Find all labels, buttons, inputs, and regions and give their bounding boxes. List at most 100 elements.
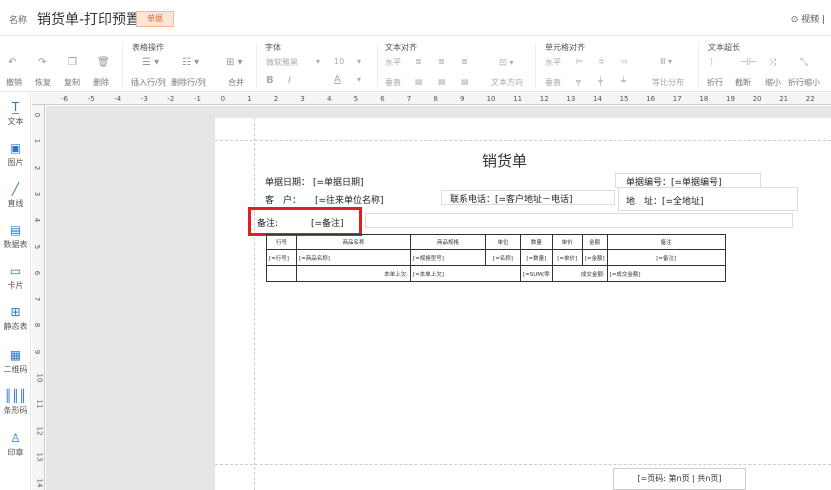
component-qrcode[interactable]: ▦ 二维码 xyxy=(0,348,31,375)
cell-align-top-icon[interactable]: ╤ xyxy=(576,77,581,86)
date-label[interactable]: 单据日期： xyxy=(265,175,310,188)
remark-box xyxy=(365,213,793,228)
table-cell[interactable]: [=商品名称] xyxy=(296,249,411,266)
cell-align-center-icon[interactable]: ≑ xyxy=(598,57,605,66)
delete-row-col-button[interactable]: 删除行/列 xyxy=(171,77,206,88)
text-direction-button[interactable]: 文本方向 xyxy=(491,77,523,88)
bold-button[interactable]: B xyxy=(266,75,274,86)
table-cell[interactable]: [=本单上欠] xyxy=(410,265,521,282)
font-family-select[interactable]: 微软雅黑 xyxy=(266,57,298,68)
page-title[interactable]: 销货单-打印预置 xyxy=(37,9,140,29)
ruler-tick-label: 14 xyxy=(593,95,602,103)
table-cell[interactable] xyxy=(266,265,297,282)
name-label: 名称 xyxy=(9,16,28,26)
ruler-tick-label: 13 xyxy=(566,95,576,103)
clip-icon[interactable]: ⊣⊢ xyxy=(740,57,757,68)
clip-button[interactable]: 截断 xyxy=(735,77,751,88)
table-cell[interactable]: [=成交金额] xyxy=(606,265,726,282)
component-line[interactable]: ╱ 直线 xyxy=(0,182,31,209)
component-label: 静态表 xyxy=(3,322,28,331)
align-right-icon[interactable]: ≣ xyxy=(461,57,468,66)
component-stamp[interactable]: ♙ 印章 xyxy=(0,431,31,458)
qrcode-icon: ▦ xyxy=(9,348,22,362)
insert-row-icon[interactable]: ☰ ▾ xyxy=(142,57,159,68)
image-icon: ▣ xyxy=(9,141,22,155)
align-center-icon[interactable]: ≣ xyxy=(438,57,445,66)
cell-align-left-icon[interactable]: ⊨ xyxy=(576,57,583,66)
table-cell[interactable]: [=数量] xyxy=(520,249,553,266)
doc-number-box xyxy=(615,173,761,188)
design-canvas[interactable]: 销货单 单据日期： [=单据日期] 单据编号：[=单据编号] 客 户： [=往来… xyxy=(46,106,831,490)
delete-row-icon[interactable]: ☷ ▾ xyxy=(182,57,199,68)
table-cell[interactable]: 成交金额: xyxy=(551,265,608,282)
cell-align-right-icon[interactable]: ⫤ xyxy=(621,57,627,67)
undo-icon[interactable]: ↶ xyxy=(8,57,16,68)
table-cell[interactable]: [=行号] xyxy=(266,249,297,266)
cell-align-bottom-icon[interactable]: ╧ xyxy=(621,77,626,86)
video-link[interactable]: ⊙ 视频 | xyxy=(791,12,825,25)
redo-icon[interactable]: ↷ xyxy=(38,57,46,68)
table-header[interactable]: 商品规格 xyxy=(410,234,486,250)
ruler-tick-label: 4 xyxy=(327,95,332,103)
font-size-select[interactable]: 10 xyxy=(334,57,344,66)
table-header[interactable]: 数量 xyxy=(520,234,553,250)
shrink-button[interactable]: 缩小 xyxy=(765,77,781,88)
table-cell[interactable]: [=金额] xyxy=(581,249,608,266)
table-row: 本单上欠: [=本单上欠] [=SUM(零 成交金额: [=成交金额] xyxy=(266,265,726,282)
page-number-field[interactable]: [=页码: 第n页 | 共n页] xyxy=(613,468,746,490)
text-direction-icon[interactable]: 凹 ▾ xyxy=(499,57,514,68)
italic-button[interactable]: I xyxy=(288,75,291,86)
table-cell[interactable]: [=单价] xyxy=(551,249,583,266)
customer-value[interactable]: [=往来单位名称] xyxy=(315,193,384,206)
align-left-icon[interactable]: ≣ xyxy=(415,57,422,66)
customer-label[interactable]: 客 户： xyxy=(265,193,301,206)
wrap-icon[interactable]: ⁝ xyxy=(710,57,713,68)
equal-dist-button[interactable]: 等比分布 xyxy=(652,77,684,88)
table-header[interactable]: 单位 xyxy=(485,234,521,250)
trash-icon[interactable]: 🗑 xyxy=(97,57,110,68)
ruler-tick-label: -1 xyxy=(194,95,201,103)
copy-button[interactable]: 复制 xyxy=(64,77,80,88)
ruler-tick-label: 6 xyxy=(380,95,385,103)
ruler-tick-label: 17 xyxy=(672,95,682,103)
component-text[interactable]: T̲ 文本 xyxy=(0,100,31,127)
ruler-tick-label: 5 xyxy=(353,95,359,103)
goods-table[interactable]: 行号 商品名称 商品规格 单位 数量 单价 金额 备注 [=行号] [=商品名称… xyxy=(266,234,726,282)
copy-icon[interactable]: ❐ xyxy=(68,57,77,68)
component-datatable[interactable]: ▤ 数据表 xyxy=(0,223,31,250)
table-header[interactable]: 金额 xyxy=(581,234,608,250)
component-static-table[interactable]: ⊞ 静态表 xyxy=(0,305,31,332)
align-middle-icon[interactable]: ▤ xyxy=(438,77,446,86)
merge-icon[interactable]: ⊞ ▾ xyxy=(226,57,243,68)
date-value[interactable]: [=单据日期] xyxy=(313,175,364,188)
insert-row-col-button[interactable]: 插入行/列 xyxy=(131,77,166,88)
redo-button[interactable]: 恢复 xyxy=(35,77,51,88)
table-header[interactable]: 行号 xyxy=(266,234,297,250)
undo-button[interactable]: 撤销 xyxy=(6,77,22,88)
table-header[interactable]: 商品名称 xyxy=(296,234,411,250)
align-top-icon[interactable]: ▤ xyxy=(415,77,423,86)
equal-dist-icon[interactable]: Ⅲ ▾ xyxy=(660,57,672,66)
table-header[interactable]: 备注 xyxy=(606,234,726,250)
component-image[interactable]: ▣ 图片 xyxy=(0,141,31,168)
shrink-icon[interactable]: ⤨ xyxy=(768,57,776,68)
table-cell[interactable]: [=SUM(零 xyxy=(520,265,553,282)
component-barcode[interactable]: ║║║ 条形码 xyxy=(0,389,31,416)
table-cell[interactable]: [=规格型号] xyxy=(410,249,486,266)
print-paper[interactable]: 销货单 单据日期： [=单据日期] 单据编号：[=单据编号] 客 户： [=往来… xyxy=(215,118,831,490)
ruler-tick-label: 7 xyxy=(406,95,412,103)
delete-button[interactable]: 删除 xyxy=(93,77,109,88)
cell-align-middle-icon[interactable]: ╪ xyxy=(598,77,603,86)
component-card[interactable]: ▭ 卡片 xyxy=(0,264,31,291)
wrap-shrink-icon[interactable]: ⤡ xyxy=(800,57,808,68)
table-cell[interactable]: [=备注] xyxy=(606,249,726,266)
font-color-button[interactable]: A xyxy=(334,74,341,85)
align-bottom-icon[interactable]: ▤ xyxy=(461,77,469,86)
document-title[interactable]: 销货单 xyxy=(482,150,527,171)
table-cell[interactable]: 本单上欠: xyxy=(296,265,411,282)
table-cell[interactable]: [=名称] xyxy=(485,249,521,266)
wrap-shrink-button[interactable]: 折行缩小 xyxy=(788,77,820,88)
table-header[interactable]: 单价 xyxy=(551,234,583,250)
wrap-button[interactable]: 折行 xyxy=(707,77,723,88)
merge-button[interactable]: 合并 xyxy=(228,77,244,88)
